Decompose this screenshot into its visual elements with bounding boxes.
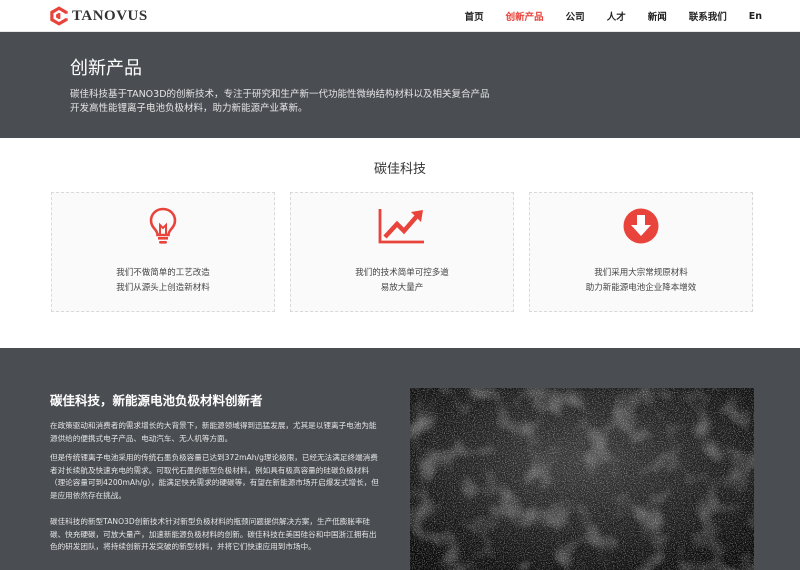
- nav-item-products[interactable]: 创新产品: [506, 9, 544, 23]
- card-text-line2: 助力新能源电池企业降本增效: [585, 283, 697, 293]
- hero-desc-line1: 碳佳科技基于TANO3D的创新技术，专注于研究和生产新一代功能性微纳结构材料以及…: [70, 89, 490, 100]
- card-text-line1: 我们不做简单的工艺改造: [116, 268, 210, 278]
- carbon-texture-image: [410, 388, 754, 570]
- section-title: 碳佳科技: [373, 162, 426, 177]
- about-title: 碳佳科技，新能源电池负极材料创新者: [50, 393, 263, 408]
- nav-item-news[interactable]: 新闻: [648, 9, 667, 23]
- dark-carbon-material-photo: [410, 388, 754, 570]
- hero-description: 碳佳科技基于TANO3D的创新技术，专注于研究和生产新一代功能性微纳结构材料以及…: [70, 88, 590, 116]
- nav-item-talent[interactable]: 人才: [607, 9, 626, 23]
- about-section: 碳佳科技，新能源电池负极材料创新者 在政策驱动和消费者的需求增长的大背景下，新能…: [0, 348, 800, 570]
- page-title: 创新产品: [70, 58, 142, 79]
- brand-name: TANOVUS: [72, 7, 148, 24]
- hero-banner: 创新产品 碳佳科技基于TANO3D的创新技术，专注于研究和生产新一代功能性微纳结…: [0, 32, 800, 138]
- hero-desc-line2: 开发高性能锂离子电池负极材料，助力新能源产业革新。: [70, 103, 308, 114]
- nav-item-contact[interactable]: 联系我们: [689, 9, 727, 23]
- download-circle-icon: [623, 208, 659, 244]
- about-paragraph-3: 碳佳科技的新型TANO3D创新技术针对新型负极材料的瓶颈问题提供解决方案，生产低…: [50, 517, 377, 551]
- feature-card-scalable: 我们的技术简单可控多道 易放大量产: [290, 192, 514, 312]
- lightbulb-icon: [149, 207, 177, 244]
- hexagon-c-logo-icon: [50, 6, 69, 26]
- card-text-line2: 我们从源头上创造新材料: [116, 283, 210, 293]
- card-text-line2: 易放大量产: [380, 283, 424, 293]
- feature-card-innovation: 我们不做简单的工艺改造 我们从源头上创造新材料: [51, 192, 275, 312]
- trend-up-chart-icon: [378, 209, 424, 244]
- card-text-line1: 我们采用大宗常规原材料: [594, 268, 688, 278]
- about-paragraph-2: 但是传统锂离子电池采用的传统石墨负极容量已达到372mAh/g理论极限，已经无法…: [50, 453, 379, 500]
- nav-item-home[interactable]: 首页: [465, 9, 484, 23]
- nav-item-company[interactable]: 公司: [566, 9, 585, 23]
- feature-card-cost: 我们采用大宗常规原材料 助力新能源电池企业降本增效: [529, 192, 753, 312]
- nav-item-language[interactable]: En: [749, 11, 762, 22]
- top-navbar: TANOVUS 首页 创新产品 公司 人才 新闻 联系我们 En: [0, 0, 800, 32]
- card-text-line1: 我们的技术简单可控多道: [355, 268, 449, 278]
- about-paragraph-1: 在政策驱动和消费者的需求增长的大背景下，新能源领域得到迅猛发展，尤其是以锂离子电…: [50, 421, 377, 443]
- main-nav: 首页 创新产品 公司 人才 新闻 联系我们 En: [443, 0, 762, 32]
- brand-logo[interactable]: TANOVUS: [48, 5, 148, 27]
